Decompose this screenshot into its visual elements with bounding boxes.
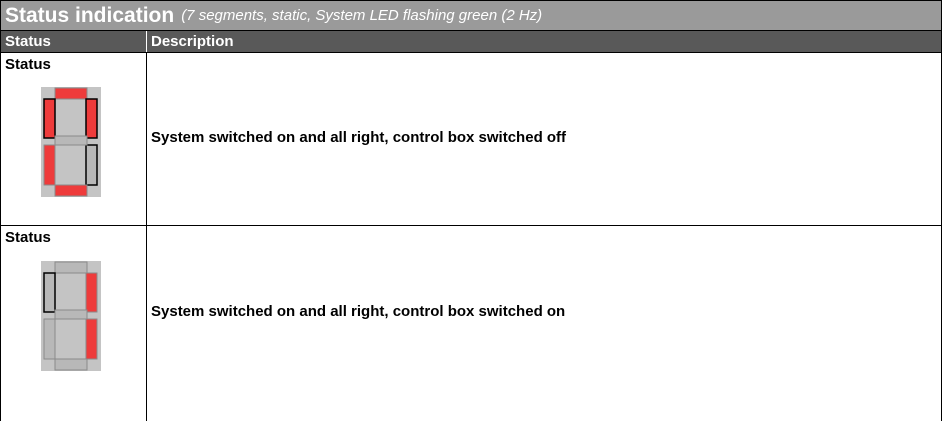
description-cell: System switched on and all right, contro… xyxy=(147,226,941,421)
table-title-bar: Status indication (7 segments, static, S… xyxy=(0,0,942,31)
status-label: Status xyxy=(5,56,51,73)
seven-segment-display-icon xyxy=(41,261,101,371)
seven-segment-display-icon xyxy=(41,87,101,197)
description-text: System switched on and all right, contro… xyxy=(151,129,567,146)
segment-g xyxy=(54,135,88,146)
segment-b xyxy=(85,272,98,313)
segment-f xyxy=(43,272,56,313)
column-header-description: Description xyxy=(151,33,234,50)
status-indication-table: Status indication (7 segments, static, S… xyxy=(0,0,942,421)
table-row: Status System switched on and all right,… xyxy=(0,53,942,226)
segment-a xyxy=(54,261,88,274)
table-title: Status indication xyxy=(5,3,175,27)
status-label: Status xyxy=(5,229,51,246)
description-text: System switched on and all right, contro… xyxy=(151,303,566,320)
segment-e xyxy=(43,318,56,360)
segment-b xyxy=(85,98,98,139)
segment-c xyxy=(85,318,98,360)
table-subtitle: (7 segments, static, System LED flashing… xyxy=(181,7,543,24)
status-cell: Status xyxy=(1,53,147,225)
segment-d xyxy=(54,358,88,371)
segment-g xyxy=(54,309,88,320)
column-header-row: Status Description xyxy=(0,31,942,53)
segment-d xyxy=(54,184,88,197)
segment-e xyxy=(43,144,56,186)
segment-a xyxy=(54,87,88,100)
column-header-status: Status xyxy=(1,31,147,52)
segment-c xyxy=(85,144,98,186)
status-cell: Status xyxy=(1,226,147,421)
description-cell: System switched on and all right, contro… xyxy=(147,53,941,225)
table-row: Status System switched on and all right,… xyxy=(0,226,942,421)
segment-f xyxy=(43,98,56,139)
